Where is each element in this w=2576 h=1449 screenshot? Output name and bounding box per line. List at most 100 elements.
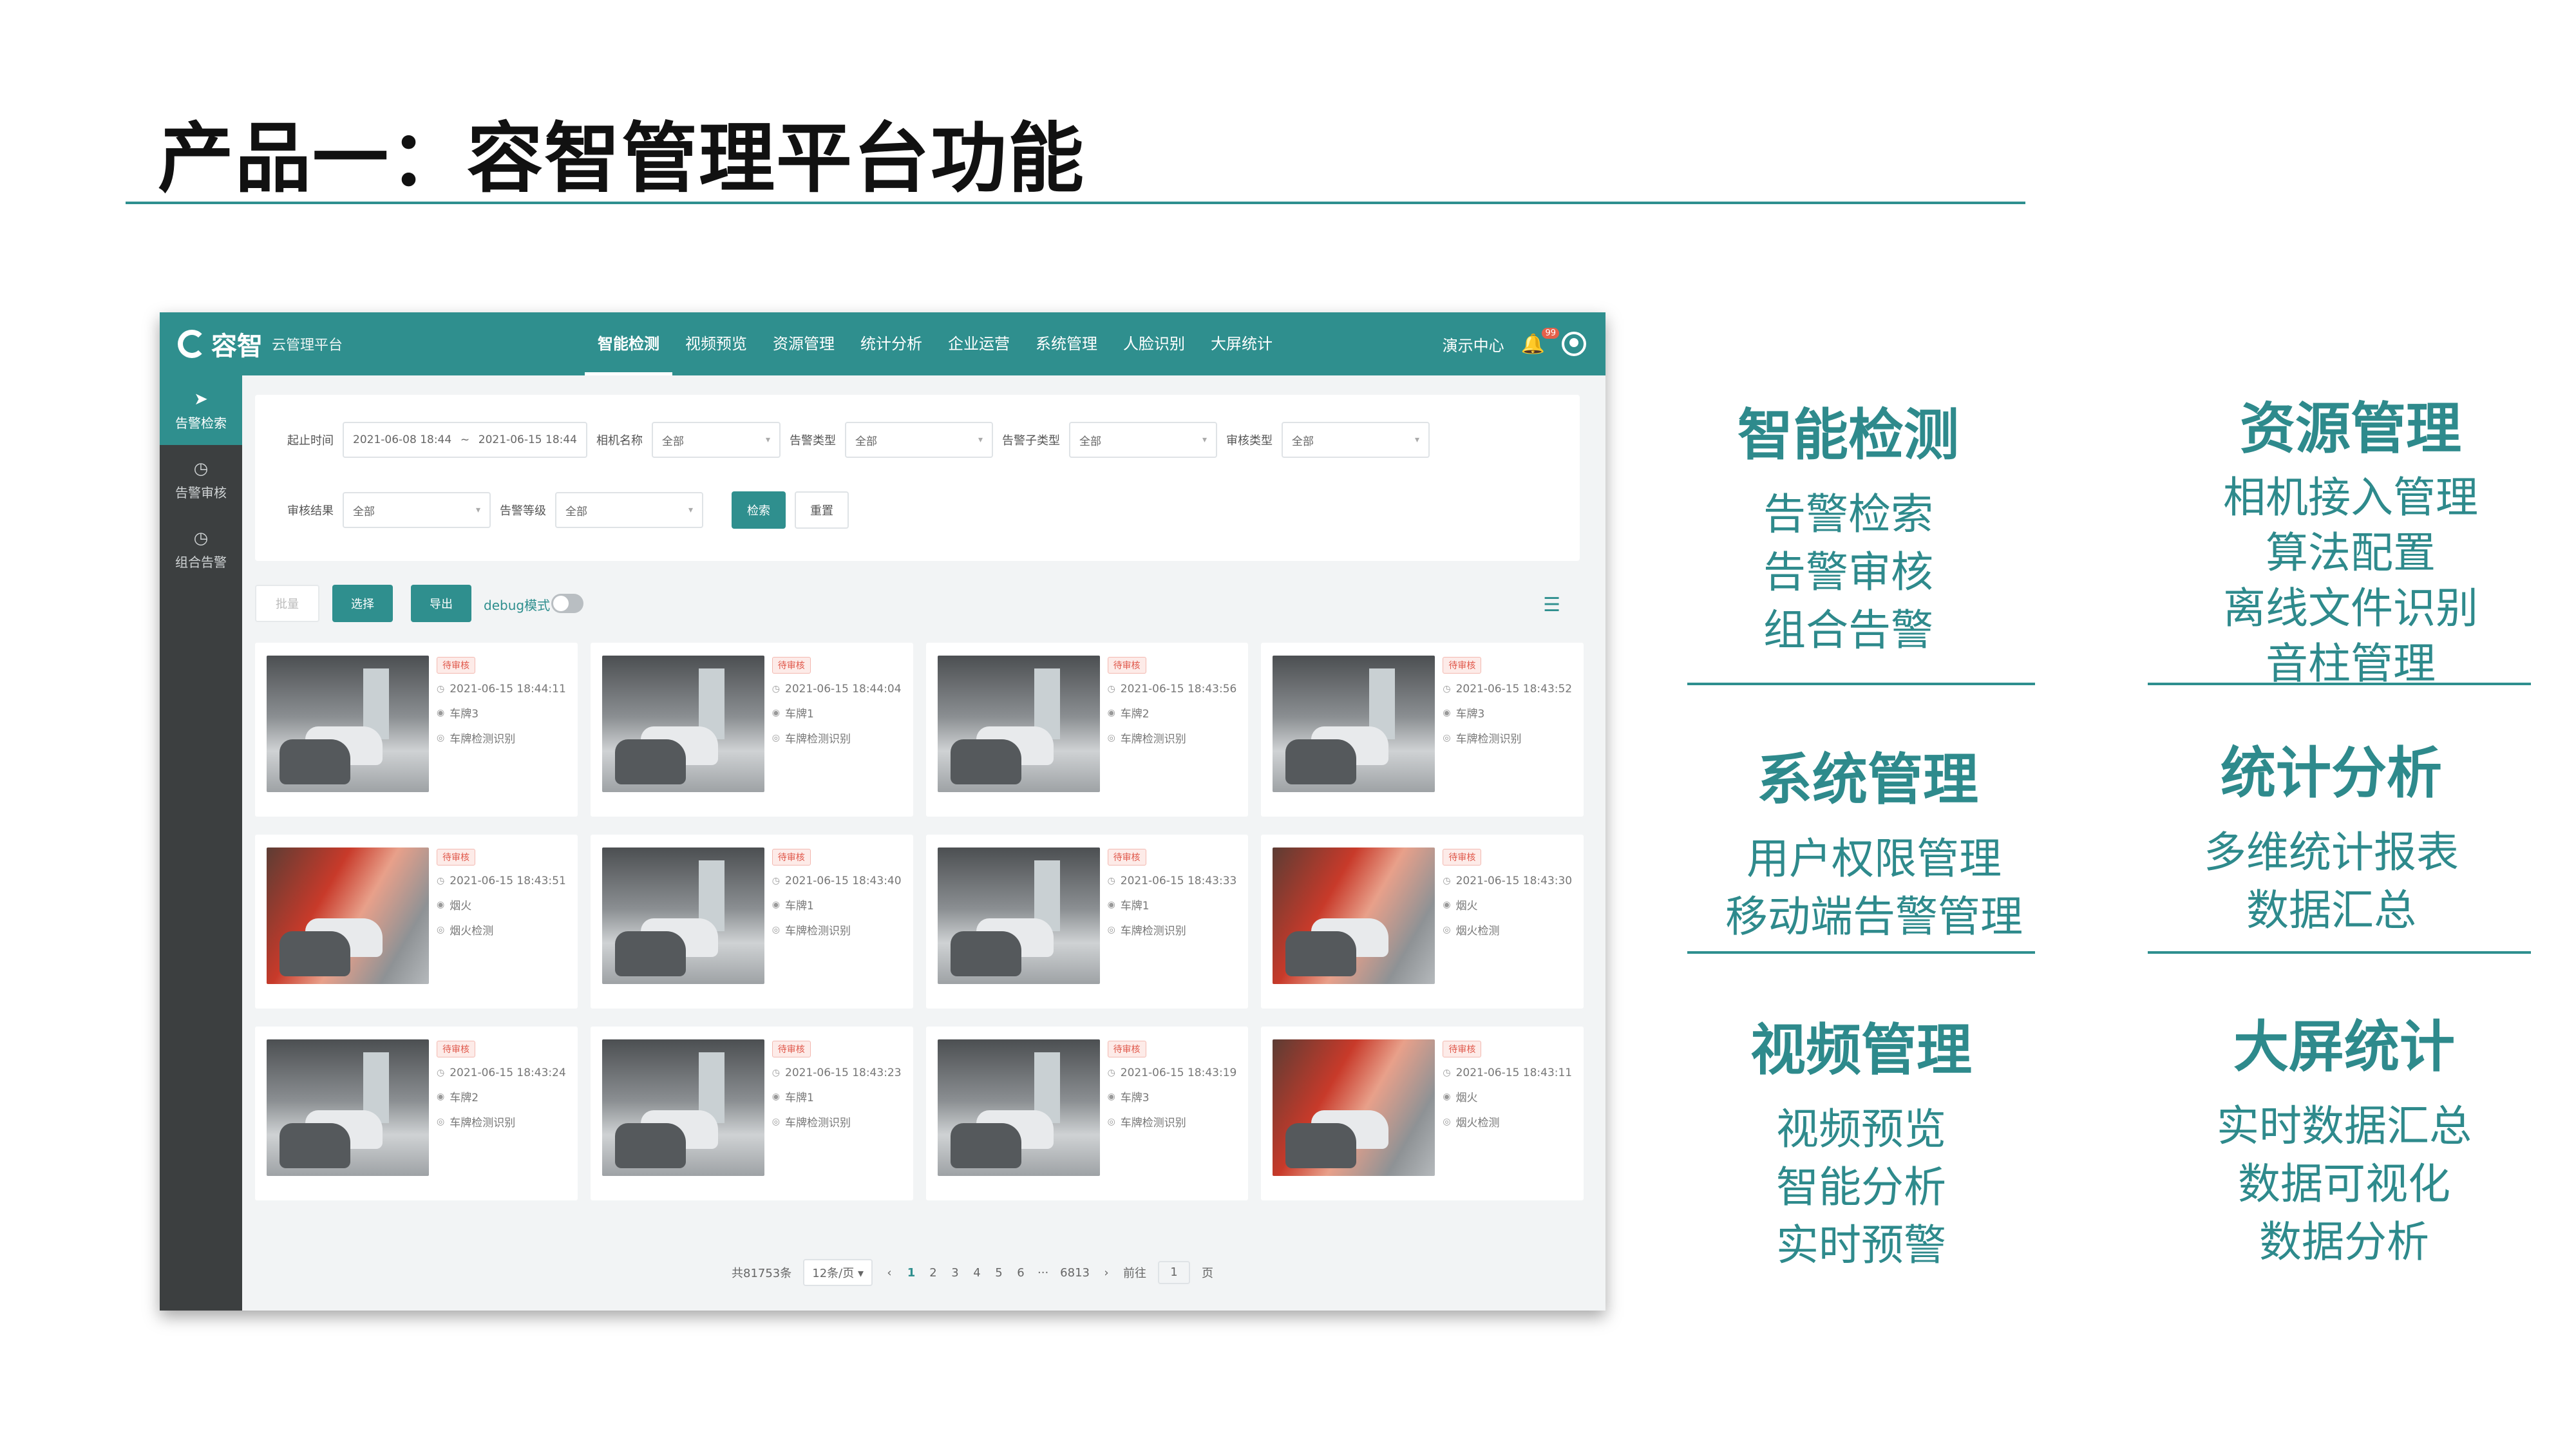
logo-name: 容智 [211,332,263,361]
page-size-select[interactable]: 12条/页 ▾ [803,1259,873,1286]
alarm-time: 2021-06-15 18:43:51 [450,875,566,887]
app-logo[interactable]: 容智 云管理平台 [178,325,343,363]
status-badge: 待审核 [1443,1041,1482,1057]
review-type-label: 审核类型 [1226,434,1273,448]
alarm-subtype-select-value: 全部 [1079,435,1101,448]
nav-item-statistics[interactable]: 统计分析 [848,312,935,375]
alarm-card[interactable]: 待审核 ◷ 2021-06-15 18:43:11 ◉ 烟火 ◎ 烟火检测 [1261,1027,1584,1200]
info-icon: ◎ [437,732,445,743]
select-button[interactable]: 选择 [332,585,393,622]
feature-item: 智能分析 [1776,1162,1946,1212]
alarm-snapshot-image[interactable] [937,656,1100,792]
more-pages-ellipsis[interactable]: ··· [1037,1266,1048,1280]
feature-resource-management: 资源管理 相机接入管理 算法配置 离线文件识别 音柱管理 [2164,383,2537,692]
nav-item-operations[interactable]: 企业运营 [935,312,1023,375]
debug-mode-toggle[interactable] [551,594,583,613]
alarm-type: 车牌检测识别 [450,1117,516,1130]
camera-select-value: 全部 [662,435,684,448]
alarm-snapshot-image[interactable] [601,656,764,792]
status-badge: 待审核 [1107,849,1146,866]
nav-item-big-screen[interactable]: 大屏统计 [1198,312,1285,375]
alarm-snapshot-image[interactable] [601,1039,764,1176]
last-page-button[interactable]: 6813 [1060,1266,1090,1280]
alarm-type: 车牌检测识别 [1120,733,1186,746]
alarm-card[interactable]: 待审核 ◷ 2021-06-15 18:44:04 ◉ 车牌1 ◎ 车牌检测识别 [590,643,913,817]
alarm-snapshot-image[interactable] [267,1039,429,1176]
sidebar-item-alarm-review[interactable]: ◷ 告警审核 [160,445,242,515]
alarm-card[interactable]: 待审核 ◷ 2021-06-15 18:43:52 ◉ 车牌3 ◎ 车牌检测识别 [1261,643,1584,817]
goto-page-input[interactable]: 1 [1157,1261,1190,1284]
column-settings-icon[interactable]: ☰ [1543,594,1560,616]
time-range-picker[interactable]: 2021-06-08 18:44 ~ 2021-06-15 18:44 [343,422,587,458]
alarm-card[interactable]: 待审核 ◷ 2021-06-15 18:43:24 ◉ 车牌2 ◎ 车牌检测识别 [255,1027,578,1200]
thumb-car [614,739,686,784]
reset-button[interactable]: 重置 [795,491,849,529]
alarm-snapshot-image[interactable] [1273,1039,1435,1176]
sidebar-item-alarm-search[interactable]: ➤ 告警检索 [160,375,242,445]
alarm-card[interactable]: 待审核 ◷ 2021-06-15 18:43:23 ◉ 车牌1 ◎ 车牌检测识别 [590,1027,913,1200]
nav-item-face-recognition[interactable]: 人脸识别 [1110,312,1198,375]
batch-button[interactable]: 批量 [255,585,319,622]
alarm-card[interactable]: 待审核 ◷ 2021-06-15 18:43:40 ◉ 车牌1 ◎ 车牌检测识别 [590,835,913,1009]
search-button[interactable]: 检索 [732,491,786,529]
nav-item-resource-management[interactable]: 资源管理 [760,312,848,375]
demo-center-link[interactable]: 演示中心 [1443,333,1504,355]
prev-page-button[interactable]: ‹ [884,1266,895,1280]
alarm-snapshot-image[interactable] [1273,656,1435,792]
alarm-card-grid: 待审核 ◷ 2021-06-15 18:44:11 ◉ 车牌3 ◎ 车牌检测识别 待审核 ◷ 20… [255,643,1584,1200]
thumb-car [950,1123,1021,1168]
alarm-time-line: ◷ 2021-06-15 18:43:52 [1443,683,1572,696]
alarm-snapshot-image[interactable] [937,1039,1100,1176]
clock-icon: ◷ [193,528,209,548]
bell-icon[interactable]: 🔔 99 [1521,327,1559,355]
feature-intelligent-detection: 智能检测 告警检索 告警审核 组合告警 [1687,390,2009,659]
alarm-card[interactable]: 待审核 ◷ 2021-06-15 18:44:11 ◉ 车牌3 ◎ 车牌检测识别 [255,643,578,817]
alarm-name: 车牌1 [785,708,814,721]
sidebar-item-label: 组合告警 [175,554,227,570]
alarm-card[interactable]: 待审核 ◷ 2021-06-15 18:43:33 ◉ 车牌1 ◎ 车牌检测识别 [925,835,1249,1009]
alarm-time-line: ◷ 2021-06-15 18:43:40 [772,875,902,887]
page-button[interactable]: 5 [994,1266,1004,1280]
clock-icon: ◷ [437,1068,445,1078]
user-avatar-icon[interactable] [1562,332,1586,356]
alarm-snapshot-image[interactable] [267,848,429,984]
page-button[interactable]: 6 [1016,1266,1026,1280]
alarm-meta: 待审核 ◷ 2021-06-15 18:44:04 ◉ 车牌1 ◎ 车牌检测识别 [772,656,902,804]
alarm-meta: 待审核 ◷ 2021-06-15 18:43:40 ◉ 车牌1 ◎ 车牌检测识别 [772,848,902,996]
review-type-select[interactable]: 全部 ▾ [1282,422,1430,458]
alarm-snapshot-image[interactable] [1273,848,1435,984]
nav-item-video-preview[interactable]: 视频预览 [672,312,760,375]
camera-select[interactable]: 全部 ▾ [652,422,781,458]
main-content: 起止时间 2021-06-08 18:44 ~ 2021-06-15 18:44… [242,375,1605,1311]
alarm-time: 2021-06-15 18:43:24 [450,1066,566,1079]
alarm-card[interactable]: 待审核 ◷ 2021-06-15 18:43:56 ◉ 车牌2 ◎ 车牌检测识别 [925,643,1249,817]
sidebar-item-combined-alarm[interactable]: ◷ 组合告警 [160,515,242,584]
alarm-time-line: ◷ 2021-06-15 18:43:51 [437,875,566,887]
alarm-meta: 待审核 ◷ 2021-06-15 18:43:52 ◉ 车牌3 ◎ 车牌检测识别 [1443,656,1572,804]
page-button[interactable]: 3 [950,1266,960,1280]
export-button[interactable]: 导出 [411,585,471,622]
alarm-card[interactable]: 待审核 ◷ 2021-06-15 18:43:51 ◉ 烟火 ◎ 烟火检测 [255,835,578,1009]
info-icon: ◎ [772,1116,780,1127]
status-badge: 待审核 [772,849,811,866]
clock-icon: ◷ [1107,1068,1115,1078]
nav-item-intelligent-detection[interactable]: 智能检测 [585,312,672,375]
next-page-button[interactable]: › [1101,1266,1112,1280]
alarm-level-select[interactable]: 全部 ▾ [555,492,703,528]
status-badge: 待审核 [437,657,475,674]
page-button[interactable]: 1 [906,1266,916,1280]
alarm-snapshot-image[interactable] [267,656,429,792]
location-icon: ◉ [437,707,445,718]
alarm-card[interactable]: 待审核 ◷ 2021-06-15 18:43:30 ◉ 烟火 ◎ 烟火检测 [1261,835,1584,1009]
alarm-snapshot-image[interactable] [601,848,764,984]
slide-title: 产品一：容智管理平台功能 [158,114,1086,203]
alarm-card[interactable]: 待审核 ◷ 2021-06-15 18:43:19 ◉ 车牌3 ◎ 车牌检测识别 [925,1027,1249,1200]
review-result-select[interactable]: 全部 ▾ [343,492,491,528]
alarm-time-line: ◷ 2021-06-15 18:43:30 [1443,875,1572,887]
alarm-snapshot-image[interactable] [937,848,1100,984]
nav-item-system-management[interactable]: 系统管理 [1023,312,1110,375]
page-button[interactable]: 4 [972,1266,982,1280]
page-button[interactable]: 2 [928,1266,938,1280]
alarm-subtype-select[interactable]: 全部 ▾ [1069,422,1217,458]
alarm-type-select[interactable]: 全部 ▾ [845,422,993,458]
